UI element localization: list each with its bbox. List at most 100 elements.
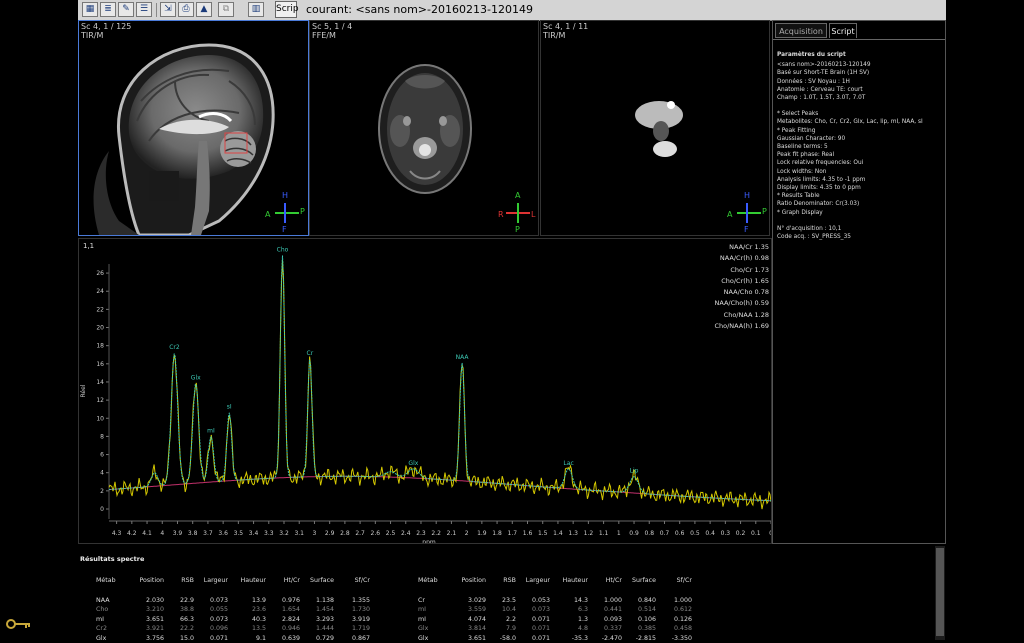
table-row[interactable]: mI4.0742.20.0711.30.0930.1060.126 [418,615,692,625]
x-tick-label: 0.9 [629,530,639,537]
script-line: * Peak Fitting [777,127,943,135]
x-tick-label: 2.2 [431,530,441,537]
table-header-row: MétabPositionRSBLargeurHauteurHt/CrSurfa… [418,576,692,586]
table-cell: 0.729 [300,634,334,643]
x-tick-label: 2.3 [416,530,426,537]
x-tick-label: 0.7 [660,530,670,537]
script-line: Metabolites: Cho, Cr, Cr2, Glx, Lac, lip… [777,118,943,126]
script-line: * Results Table [777,192,943,200]
table-cell: 0.976 [266,596,300,606]
tab-divider [773,39,945,40]
tab-acquisition[interactable]: Acquisition [775,23,827,38]
table-cell: 22.2 [164,624,194,634]
export-icon[interactable]: ⇲ [160,2,176,17]
table-cell: 0.071 [516,624,550,634]
y-tick-label: 4 [100,470,104,477]
column-header: Surface [622,576,656,586]
table-cell: 0.071 [516,615,550,625]
peak-label: Lac [563,460,573,467]
table-cell: 0.458 [656,624,692,634]
column-header: Métab [418,576,448,586]
table-row[interactable]: Glx3.8147.90.0714.80.3370.3850.458 [418,624,692,634]
x-tick-label: 2.4 [401,530,411,537]
copy-icon[interactable]: ⧉ [218,2,234,17]
table-cell: 0.441 [588,605,622,615]
table-cell: 38.8 [164,605,194,615]
results-panel: Résultats spectre MétabPositionRSBLargeu… [78,546,946,640]
print-icon[interactable]: ⎙ [178,2,194,17]
x-tick-label: 1.5 [538,530,548,537]
script-line: * Select Peaks [777,110,943,118]
table-cell: 15.0 [164,634,194,643]
orientation-cross-icon [729,193,769,233]
script-button[interactable]: Scrip [275,1,297,18]
x-tick-label: 1.9 [477,530,487,537]
spectrum-data-curve [109,260,771,510]
table-row[interactable]: Cr3.02923.50.05314.31.0000.8401.000 [418,596,692,606]
x-tick-label: 2.1 [447,530,457,537]
grid-icon[interactable]: ▥ [248,2,264,17]
table-cell: 0.073 [194,596,228,606]
peak-label: mI [207,428,215,435]
table-cell: 1.355 [334,596,370,606]
column-header: Hauteur [550,576,588,586]
column-header: Ht/Cr [266,576,300,586]
report-icon[interactable]: ≣ [100,2,116,17]
viewport-sagittal[interactable]: Sc 4, 1 / 125 TIR/M H A P F [78,20,309,236]
table-row[interactable]: Cho3.21038.80.05523.61.6541.4541.730 [96,605,370,615]
column-header: Sf/Cr [334,576,370,586]
results-scrollbar[interactable] [935,546,945,640]
spectrum-chart: ppm Réel 024681012141618202224264.34.24.… [79,239,771,543]
viewport-axial[interactable]: Sc 5, 1 / 4 FFE/M A R L P [309,20,539,236]
notes-icon[interactable]: ☰ [136,2,152,17]
table-cell: 1.454 [300,605,334,615]
table-cell: 3.210 [126,605,164,615]
viewport-sagittal-2[interactable]: Sc 4, 1 / 11 TIR/M H A P F [540,20,770,236]
table-row[interactable]: NAA2.03022.90.07313.90.9761.1381.355 [96,596,370,606]
spectrum-panel[interactable]: 1,1 NAA/Cr 1.35 NAA/Cr(h) 0.98 Cho/Cr 1.… [78,238,772,544]
table-cell: Cr [418,596,448,606]
table-cell: 13.9 [228,596,266,606]
peak-label: Lip [630,468,639,475]
table-row[interactable]: Glx3.75615.00.0719.10.6390.7290.867 [96,634,370,643]
orientation-cross-icon [498,193,538,233]
scrollbar-thumb[interactable] [936,548,944,636]
x-tick-label: 0.2 [736,530,746,537]
table-cell: 1.000 [588,596,622,606]
results-table-right: MétabPositionRSBLargeurHauteurHt/CrSurfa… [418,576,692,643]
column-header: RSB [486,576,516,586]
script-line: Display limits: 4.35 to 0 ppm [777,184,943,192]
layout-icon[interactable]: ▦ [82,2,98,17]
y-tick-label: 20 [96,325,104,332]
table-cell: 40.3 [228,615,266,625]
x-tick-label: 1.7 [508,530,518,537]
table-row[interactable]: Cr23.92122.20.09613.50.9461.4441.719 [96,624,370,634]
edit-icon[interactable]: ✎ [118,2,134,17]
table-row[interactable]: mI3.55910.40.0736.30.4410.5140.612 [418,605,692,615]
table-row[interactable]: Glx3.651-58.00.071-35.3-2.470-2.815-3.35… [418,634,692,643]
table-cell: 2.824 [266,615,300,625]
peak-label: Glx [408,460,418,467]
table-cell: 0.867 [334,634,370,643]
table-cell: 22.9 [164,596,194,606]
orientation-cross-icon [267,193,307,233]
script-line [777,217,943,225]
table-cell: 0.612 [656,605,692,615]
script-panel: Acquisition Script Paramètres du script … [772,20,946,544]
tab-script[interactable]: Script [829,23,857,38]
key-icon[interactable] [6,618,32,630]
column-header: Position [448,576,486,586]
y-tick-label: 6 [100,452,104,459]
column-header: Hauteur [228,576,266,586]
table-cell: 0.055 [194,605,228,615]
table-cell: -2.470 [588,634,622,643]
x-tick-label: 1.3 [568,530,578,537]
table-cell: 2.030 [126,596,164,606]
script-line: Baseline terms: 5 [777,143,943,151]
table-row[interactable]: mI3.65166.30.07340.32.8243.2933.919 [96,615,370,625]
x-tick-label: 3.7 [203,530,213,537]
y-tick-label: 2 [100,488,104,495]
x-tick-label: 1.6 [523,530,533,537]
graduation-cap-icon[interactable]: ▲ [196,2,212,17]
results-table-left: MétabPositionRSBLargeurHauteurHt/CrSurfa… [96,576,370,643]
